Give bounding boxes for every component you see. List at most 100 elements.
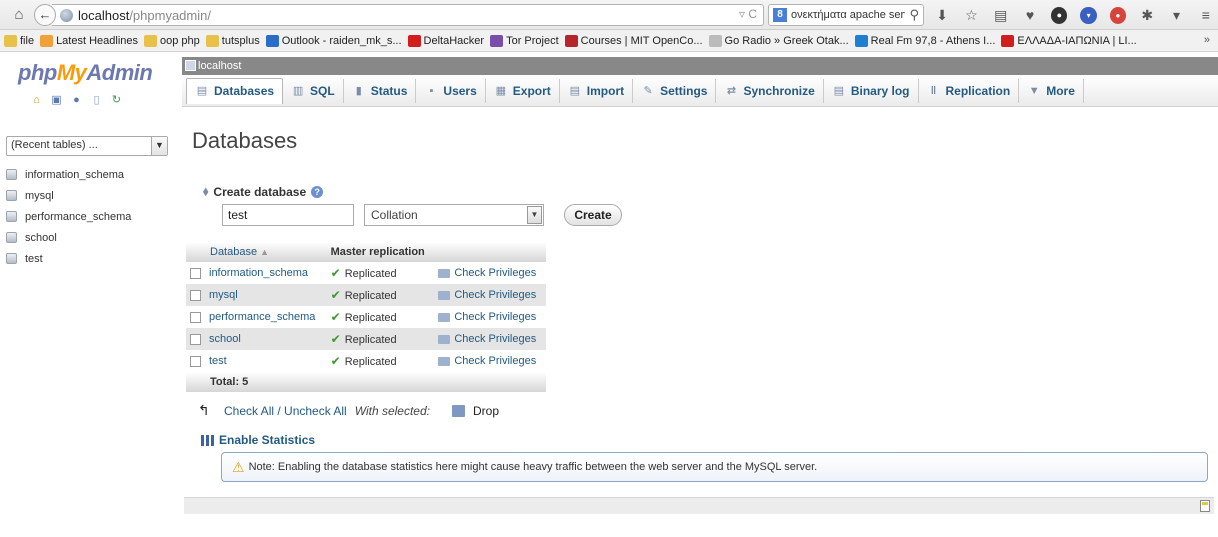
bookmark-icon xyxy=(854,34,868,47)
reload-icon[interactable]: ▿ C xyxy=(739,7,757,21)
database-link[interactable]: mysql xyxy=(209,289,238,301)
check-privileges-link[interactable]: Check Privileges xyxy=(454,333,536,345)
bookmark-item[interactable]: Real Fm 97,8 - Athens I... xyxy=(854,34,995,47)
enable-statistics-link[interactable]: Enable Statistics xyxy=(201,433,315,447)
bookmark-item[interactable]: Go Radio » Greek Otak... xyxy=(708,34,849,47)
menu-icon[interactable]: ≡ xyxy=(1198,7,1214,24)
row-checkbox[interactable] xyxy=(190,333,201,345)
replication-status: Replicated xyxy=(344,356,397,368)
bookmark-item[interactable]: Outlook - raiden_mk_s... xyxy=(265,34,402,47)
download-icon[interactable]: ⬇ xyxy=(934,7,950,24)
database-link[interactable]: test xyxy=(209,355,227,367)
search-engine-icon[interactable]: 8 xyxy=(773,8,787,22)
nav-database-item[interactable]: mysql xyxy=(6,185,131,206)
tab-replication[interactable]: ‖ Replication xyxy=(919,78,1020,103)
check-mark-icon: ✔ xyxy=(330,288,341,302)
replication-status: Replicated xyxy=(344,334,397,346)
bookmark-item[interactable]: Latest Headlines xyxy=(40,34,138,47)
row-checkbox[interactable] xyxy=(190,355,201,367)
sort-icon: ▲ xyxy=(260,247,270,257)
check-mark-icon: ✔ xyxy=(330,310,341,324)
row-checkbox[interactable] xyxy=(190,311,201,323)
addon-blue-icon[interactable]: ▾ xyxy=(1080,6,1097,24)
bookmark-item[interactable]: DeltaHacker xyxy=(407,34,484,47)
tab-users[interactable]: ▪ Users xyxy=(416,78,486,103)
nav-database-item[interactable]: performance_schema xyxy=(6,206,131,227)
row-checkbox[interactable] xyxy=(190,267,201,279)
check-privileges-link[interactable]: Check Privileges xyxy=(454,355,536,367)
tab-more[interactable]: ▼ More xyxy=(1019,78,1084,103)
users-icon: ▪ xyxy=(429,84,434,97)
addon-red-icon[interactable]: ● xyxy=(1109,6,1127,24)
console-toggle-icon[interactable] xyxy=(1200,500,1210,512)
database-icon xyxy=(6,232,17,243)
with-selected-label: With selected: xyxy=(354,403,430,418)
bookmark-icon xyxy=(1001,34,1015,47)
bookmark-item[interactable]: Tor Project xyxy=(490,34,559,47)
create-button[interactable]: Create xyxy=(564,204,622,226)
search-icon[interactable]: ⚲ xyxy=(909,7,919,23)
tab-synchronize[interactable]: ⇄ Synchronize xyxy=(716,78,824,103)
row-checkbox[interactable] xyxy=(190,289,201,301)
database-icon: ▤ xyxy=(196,85,208,97)
check-all-link[interactable]: Check All / Uncheck All xyxy=(224,404,347,418)
nav-database-item[interactable]: test xyxy=(6,248,131,269)
reload-nav-icon[interactable]: ↻ xyxy=(110,94,123,107)
bookmark-item[interactable]: ΕΛΛΑΔΑ-ΙΑΠΩΝΙΑ | LI... xyxy=(1001,34,1137,47)
check-privileges-link[interactable]: Check Privileges xyxy=(454,289,536,301)
addon-icon[interactable]: ♥ xyxy=(1022,7,1038,24)
addon-gray-icon[interactable]: ✱ xyxy=(1139,7,1155,24)
database-link[interactable]: performance_schema xyxy=(209,311,315,323)
bookmark-item[interactable]: oop php xyxy=(144,34,200,47)
tab-binary-log[interactable]: ▤ Binary log xyxy=(824,78,919,103)
bookmark-icon xyxy=(4,34,17,47)
tab-import[interactable]: ▤ Import xyxy=(560,78,634,103)
docs-icon[interactable]: ● xyxy=(70,94,83,107)
database-link[interactable]: school xyxy=(209,333,241,345)
check-privileges-link[interactable]: Check Privileges xyxy=(454,267,536,279)
notice-text: Note: Enabling the database statistics h… xyxy=(248,461,818,473)
bookmark-item[interactable]: Courses | MIT OpenCo... xyxy=(564,34,703,47)
bookmark-icon xyxy=(407,34,421,47)
nav-database-item[interactable]: information_schema xyxy=(6,164,131,185)
tab-settings[interactable]: ✎ Settings xyxy=(633,78,717,103)
tab-databases[interactable]: ▤ Databases xyxy=(186,77,284,104)
status-icon: ▮ xyxy=(355,84,362,97)
drop-icon[interactable] xyxy=(451,404,465,417)
logout-icon[interactable]: ▣ xyxy=(50,94,63,107)
replication-icon: ‖ xyxy=(930,84,937,97)
replication-status: Replicated xyxy=(344,290,397,302)
drop-button[interactable]: Drop xyxy=(473,404,499,418)
bookmark-star-icon[interactable]: ☆ xyxy=(963,7,979,24)
bookmarks-overflow-icon[interactable]: » xyxy=(1204,34,1210,46)
server-breadcrumb[interactable]: localhost xyxy=(182,57,1218,75)
url-bar[interactable]: localhost/phpmyadmin/ ▿ C xyxy=(52,4,764,26)
search-box[interactable]: 8 ονεκτήματα apache server ⚲ xyxy=(768,4,924,26)
bookmarks-menu-icon[interactable]: ▤ xyxy=(993,7,1009,24)
bookmark-item[interactable]: file xyxy=(4,34,34,47)
collation-select[interactable]: Collation ▼ xyxy=(364,204,544,226)
site-identity-icon[interactable] xyxy=(60,9,73,22)
tab-status[interactable]: ▮ Status xyxy=(344,78,417,103)
home-icon[interactable]: ⌂ xyxy=(30,94,43,107)
database-link[interactable]: information_schema xyxy=(209,267,308,279)
column-master-replication: Master replication xyxy=(326,242,435,262)
nav-database-item[interactable]: school xyxy=(6,227,131,248)
help-icon[interactable]: ? xyxy=(311,185,324,198)
overflow-arrow-icon[interactable]: ▾ xyxy=(1168,7,1184,24)
column-database[interactable]: Database ▲ xyxy=(186,242,327,262)
tab-export[interactable]: ▦ Export xyxy=(486,78,560,103)
recent-tables-select[interactable]: (Recent tables) ... ▼ xyxy=(6,136,168,156)
addon-dark-icon[interactable]: ● xyxy=(1051,6,1068,24)
phpmyadmin-logo[interactable]: phpMyAdmin xyxy=(18,60,153,86)
warning-icon: ⚠ xyxy=(232,458,245,475)
bookmark-item[interactable]: tutsplus xyxy=(205,34,260,47)
database-name-input[interactable]: test xyxy=(222,204,354,226)
more-arrow-icon: ▼ xyxy=(1028,84,1040,97)
tab-sql[interactable]: ▥ SQL xyxy=(283,78,344,103)
check-privileges-link[interactable]: Check Privileges xyxy=(454,311,536,323)
home-icon[interactable]: ⌂ xyxy=(10,6,28,24)
back-button[interactable]: ← xyxy=(34,4,56,26)
total-row: Total: 5 xyxy=(186,372,546,392)
docs-page-icon[interactable]: ▯ xyxy=(90,94,103,107)
